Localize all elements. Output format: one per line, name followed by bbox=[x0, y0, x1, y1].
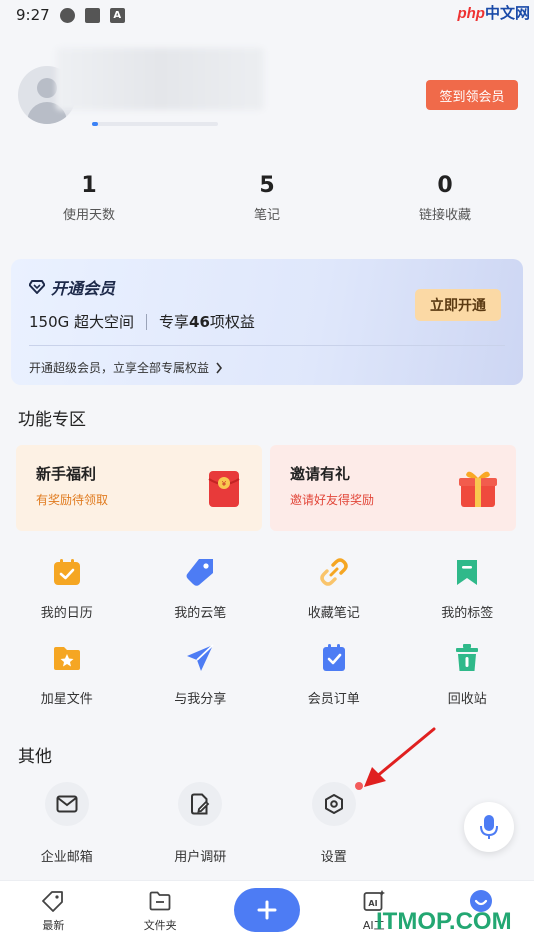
grid-label: 会员订单 bbox=[307, 692, 360, 707]
vip-benefits: 150G 超大空间 专享 46 项权益 bbox=[29, 311, 255, 332]
stat-label: 笔记 bbox=[253, 208, 280, 223]
svg-text:AI: AI bbox=[368, 899, 377, 908]
nav-label: 最新 bbox=[42, 919, 65, 932]
other-label: 用户调研 bbox=[174, 850, 227, 865]
features-section-title: 功能专区 bbox=[18, 410, 86, 430]
level-progress-fill bbox=[92, 122, 99, 126]
vip-space: 150G 超大空间 bbox=[29, 313, 135, 331]
grid-label: 收藏笔记 bbox=[307, 606, 360, 621]
promo-subtitle: 邀请好友得奖励 bbox=[290, 493, 375, 507]
promo-title: 邀请有礼 bbox=[290, 465, 351, 483]
other-item-enterprise-mail[interactable]: 企业邮箱 bbox=[0, 780, 134, 865]
grid-label: 我的标签 bbox=[441, 606, 494, 621]
bookmark-icon bbox=[457, 560, 478, 585]
stat-value: 0 bbox=[437, 173, 453, 198]
grid-item-favorite-notes[interactable]: 收藏笔记 bbox=[267, 548, 401, 634]
svg-text:¥: ¥ bbox=[222, 480, 227, 488]
diamond-icon bbox=[29, 280, 45, 294]
a-status-icon: A bbox=[109, 7, 125, 23]
profile-header: 签到领会员 bbox=[18, 48, 518, 138]
pen-tag-icon bbox=[186, 559, 214, 586]
nav-latest[interactable]: 最新 bbox=[0, 881, 107, 950]
star-folder-icon bbox=[53, 647, 80, 670]
watermark-php: php中文网 bbox=[457, 5, 530, 22]
blurred-username bbox=[56, 48, 264, 110]
grid-label: 我的云笔 bbox=[174, 606, 227, 621]
grid-label: 与我分享 bbox=[174, 692, 227, 707]
red-envelope-icon: ¥ bbox=[208, 471, 240, 507]
stat-label: 使用天数 bbox=[62, 208, 115, 223]
nav-label: 文件夹 bbox=[143, 919, 177, 932]
vip-title: 开通会员 bbox=[29, 275, 115, 299]
vip-benefit-prefix: 专享 bbox=[159, 313, 190, 331]
grid-item-recycle-bin[interactable]: 回收站 bbox=[401, 634, 534, 720]
create-button[interactable] bbox=[233, 888, 300, 932]
link-icon bbox=[320, 558, 348, 586]
order-icon bbox=[322, 644, 345, 671]
other-label: 企业邮箱 bbox=[40, 850, 93, 865]
camera-status-icon bbox=[59, 7, 75, 23]
others-row: 企业邮箱 用户调研 设置 bbox=[0, 780, 534, 865]
vip-benefit-suffix: 项权益 bbox=[209, 313, 255, 331]
voice-input-button[interactable] bbox=[464, 802, 514, 852]
stats-row: 1 使用天数 5 笔记 0 链接收藏 bbox=[0, 170, 534, 230]
level-progress-bar bbox=[92, 122, 218, 126]
other-label: 设置 bbox=[320, 850, 347, 865]
grid-label: 加星文件 bbox=[40, 692, 93, 707]
promo-title: 新手福利 bbox=[36, 465, 97, 483]
vip-footer-link[interactable]: 开通超级会员，立享全部专属权益 bbox=[29, 359, 223, 376]
stat-value: 1 bbox=[81, 173, 97, 198]
app-status-icon bbox=[84, 7, 100, 23]
nav-folders[interactable]: 文件夹 bbox=[107, 881, 214, 950]
nav-create bbox=[214, 881, 321, 950]
grid-item-starred-files[interactable]: 加星文件 bbox=[0, 634, 134, 720]
survey-icon bbox=[191, 793, 210, 815]
folder-icon bbox=[149, 891, 171, 911]
stat-days[interactable]: 1 使用天数 bbox=[0, 170, 178, 230]
grid-item-cloud-pen[interactable]: 我的云笔 bbox=[134, 548, 268, 634]
plus-icon bbox=[257, 900, 277, 920]
settings-hex-icon bbox=[324, 794, 343, 814]
tag-icon bbox=[42, 891, 64, 912]
vip-footer-text: 开通超级会员，立享全部专属权益 bbox=[29, 361, 210, 375]
grid-item-calendar[interactable]: 我的日历 bbox=[0, 548, 134, 634]
vip-title-text: 开通会员 bbox=[51, 279, 116, 298]
status-bar: 9:27 A bbox=[0, 0, 534, 30]
vip-open-button[interactable]: 立即开通 bbox=[415, 289, 501, 321]
chevron-right-icon bbox=[216, 362, 223, 373]
calendar-icon bbox=[53, 559, 80, 585]
grid-item-shared-with-me[interactable]: 与我分享 bbox=[134, 634, 268, 720]
stat-links[interactable]: 0 链接收藏 bbox=[356, 170, 534, 230]
mail-icon bbox=[56, 795, 78, 813]
microphone-icon bbox=[480, 815, 498, 839]
stat-notes[interactable]: 5 笔记 bbox=[178, 170, 356, 230]
vip-benefit-count: 46 bbox=[189, 312, 210, 331]
grid-label: 我的日历 bbox=[40, 606, 93, 621]
stat-value: 5 bbox=[259, 173, 275, 198]
promo-invite[interactable]: 邀请有礼 邀请好友得奖励 bbox=[270, 445, 516, 531]
vip-card[interactable]: 开通会员 150G 超大空间 专享 46 项权益 立即开通 开通超级会员，立享全部专… bbox=[11, 259, 523, 385]
gift-box-icon bbox=[459, 471, 497, 507]
send-icon bbox=[187, 644, 214, 671]
other-item-user-survey[interactable]: 用户调研 bbox=[134, 780, 268, 865]
grid-item-member-orders[interactable]: 会员订单 bbox=[267, 634, 401, 720]
feature-grid: 我的日历 我的云笔 收藏笔记 我的标签 加星文件 与我分享 会员订单 回收站 bbox=[0, 548, 534, 720]
annotation-arrow bbox=[364, 727, 436, 787]
trash-icon bbox=[456, 644, 479, 671]
grid-label: 回收站 bbox=[447, 692, 487, 707]
promo-newbie[interactable]: 新手福利 有奖励待领取 ¥ bbox=[16, 445, 262, 531]
checkin-button[interactable]: 签到领会员 bbox=[426, 80, 518, 110]
status-time: 9:27 bbox=[16, 6, 50, 24]
promo-subtitle: 有奖励待领取 bbox=[36, 493, 109, 507]
others-section-title: 其他 bbox=[18, 747, 52, 767]
grid-item-tags[interactable]: 我的标签 bbox=[401, 548, 534, 634]
stat-label: 链接收藏 bbox=[418, 208, 471, 223]
watermark-itmop: ITMOP.COM bbox=[376, 908, 512, 935]
